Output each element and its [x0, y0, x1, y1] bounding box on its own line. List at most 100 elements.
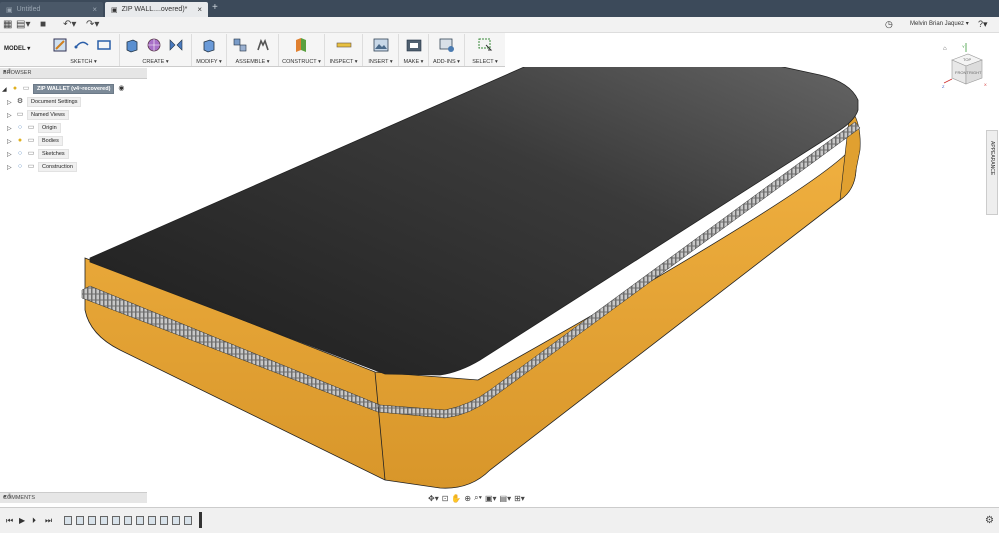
- assemble-group[interactable]: ASSEMBLE ▾: [227, 34, 279, 66]
- create-group[interactable]: CREATE ▾: [120, 34, 192, 66]
- rectangle-icon[interactable]: [96, 37, 112, 53]
- browser-item-named-views[interactable]: ▷ ▭ Named Views: [7, 110, 69, 120]
- play-icon[interactable]: ▶: [19, 516, 25, 525]
- step-forward-icon[interactable]: ⏵: [32, 516, 36, 526]
- help-icon[interactable]: ?▾: [978, 19, 988, 30]
- browser-item-origin[interactable]: ▷ ○ ▭ Origin: [7, 123, 61, 133]
- scripts-icon[interactable]: [439, 37, 455, 53]
- job-status-icon[interactable]: ◷: [885, 19, 893, 30]
- new-component-icon[interactable]: [232, 37, 248, 53]
- measure-icon[interactable]: [336, 37, 352, 53]
- undo-icon[interactable]: ↶▾: [63, 19, 76, 30]
- 3d-print-icon[interactable]: [406, 37, 422, 53]
- browser-item-sketches[interactable]: ▷ ○ ▭ Sketches: [7, 149, 69, 159]
- browser-root[interactable]: ◢ ● ▭ ZIP WALLET (v4~recovered) ◉: [2, 84, 125, 94]
- insert-group[interactable]: INSERT ▾: [363, 34, 399, 66]
- collapse-icon[interactable]: ◢: [2, 86, 8, 93]
- go-to-start-icon[interactable]: ⏮: [6, 516, 13, 526]
- viewcube-right[interactable]: RIGHT: [969, 70, 982, 75]
- expand-icon[interactable]: ▷: [7, 125, 13, 132]
- viewports-icon[interactable]: ⊞▾: [514, 494, 525, 503]
- timeline-feature[interactable]: [172, 516, 180, 525]
- tab-untitled[interactable]: ▣ Untitled ×: [0, 2, 103, 17]
- line-icon[interactable]: [74, 37, 90, 53]
- browser-controls-icon[interactable]: ● ‖: [3, 69, 143, 75]
- expand-icon[interactable]: ▷: [7, 151, 13, 158]
- form-icon[interactable]: [146, 37, 162, 53]
- comments-controls-icon[interactable]: ● ‖: [3, 494, 143, 500]
- modify-group[interactable]: MODIFY ▾: [192, 34, 227, 66]
- appearance-panel-tab[interactable]: APPEARANCE: [986, 130, 998, 215]
- create-sketch-icon[interactable]: [52, 37, 68, 53]
- display-settings-icon[interactable]: ▣▾: [485, 494, 497, 503]
- sketch-group[interactable]: SKETCH ▾: [48, 34, 120, 66]
- inspect-label: INSPECT ▾: [329, 59, 358, 65]
- close-icon[interactable]: ×: [197, 5, 202, 14]
- timeline-feature[interactable]: [160, 516, 168, 525]
- timeline-feature[interactable]: [76, 516, 84, 525]
- timeline-feature[interactable]: [148, 516, 156, 525]
- folder-icon: ▭: [27, 163, 35, 170]
- browser-header: BROWSER ● ‖: [0, 68, 147, 79]
- construct-group[interactable]: CONSTRUCT ▾: [279, 34, 325, 66]
- zoom-window-icon[interactable]: ⌕▾: [474, 493, 482, 503]
- home-view-icon[interactable]: ⌂: [943, 46, 947, 52]
- expand-icon[interactable]: ▷: [7, 99, 13, 106]
- browser-item-construction[interactable]: ▷ ○ ▭ Construction: [7, 162, 77, 172]
- expand-icon[interactable]: ▷: [7, 138, 13, 145]
- browser-item-document-settings[interactable]: ▷ ⚙ Document Settings: [7, 97, 82, 107]
- visibility-bulb-icon[interactable]: ○: [16, 150, 24, 158]
- inspect-group[interactable]: INSPECT ▾: [325, 34, 363, 66]
- visibility-bulb-icon[interactable]: ○: [16, 163, 24, 171]
- create-label: CREATE ▾: [142, 59, 169, 65]
- pan-icon[interactable]: ✋: [451, 494, 461, 503]
- file-menu-icon[interactable]: ▤▾: [16, 19, 30, 30]
- make-group[interactable]: MAKE ▾: [399, 34, 429, 66]
- look-at-icon[interactable]: ⊡: [442, 494, 449, 503]
- expand-icon[interactable]: ▷: [7, 164, 13, 171]
- add-ins-group[interactable]: ADD-INS ▾: [429, 34, 465, 66]
- timeline-feature[interactable]: [136, 516, 144, 525]
- timeline: ⏮ ▶ ⏵ ⏭ ⚙: [0, 507, 999, 533]
- tab-zip-wallet[interactable]: ▣ ZIP WALL....overed)* ×: [105, 2, 208, 17]
- timeline-feature[interactable]: [184, 516, 192, 525]
- viewcube-front[interactable]: FRONT: [955, 70, 969, 75]
- timeline-feature[interactable]: [112, 516, 120, 525]
- expand-icon[interactable]: ▷: [7, 112, 13, 119]
- item-label: Construction: [38, 162, 77, 172]
- user-menu[interactable]: Melvin Brian Jaquez ▾: [910, 20, 969, 27]
- timeline-feature[interactable]: [100, 516, 108, 525]
- timeline-feature[interactable]: [64, 516, 72, 525]
- viewport-canvas[interactable]: [0, 0, 999, 533]
- insert-image-icon[interactable]: [373, 37, 389, 53]
- press-pull-icon[interactable]: [201, 37, 217, 53]
- timeline-feature[interactable]: [124, 516, 132, 525]
- new-tab-icon[interactable]: +: [212, 2, 218, 13]
- select-group[interactable]: SELECT ▾: [465, 34, 505, 66]
- zoom-icon[interactable]: ⊕: [464, 494, 471, 503]
- data-panel-icon[interactable]: ▦: [3, 19, 12, 30]
- redo-icon[interactable]: ↷▾: [86, 19, 99, 30]
- browser-item-bodies[interactable]: ▷ ● ▭ Bodies: [7, 136, 63, 146]
- offset-plane-icon[interactable]: [293, 37, 309, 53]
- close-icon[interactable]: ×: [92, 5, 97, 14]
- orbit-icon[interactable]: ✥▾: [428, 494, 439, 503]
- activate-radio-icon[interactable]: ◉: [117, 85, 125, 93]
- gear-icon[interactable]: ⚙: [985, 515, 994, 526]
- save-icon[interactable]: ■: [40, 19, 46, 30]
- mirror-icon[interactable]: [168, 37, 184, 53]
- visibility-bulb-icon[interactable]: ○: [16, 124, 24, 132]
- timeline-feature[interactable]: [88, 516, 96, 525]
- select-icon[interactable]: [477, 37, 493, 53]
- visibility-bulb-icon[interactable]: ●: [16, 137, 24, 145]
- joint-icon[interactable]: [255, 37, 271, 53]
- visibility-bulb-icon[interactable]: ●: [11, 85, 19, 93]
- item-label: Named Views: [27, 110, 69, 120]
- go-to-end-icon[interactable]: ⏭: [45, 516, 52, 526]
- timeline-marker[interactable]: [199, 512, 202, 528]
- extrude-icon[interactable]: [124, 37, 140, 53]
- viewcube[interactable]: FRONT RIGHT TOP Y Z X ⌂: [940, 42, 990, 90]
- grid-settings-icon[interactable]: ▤▾: [500, 494, 512, 503]
- workspace-switcher[interactable]: MODEL ▾: [4, 45, 30, 52]
- viewcube-top[interactable]: TOP: [963, 57, 971, 62]
